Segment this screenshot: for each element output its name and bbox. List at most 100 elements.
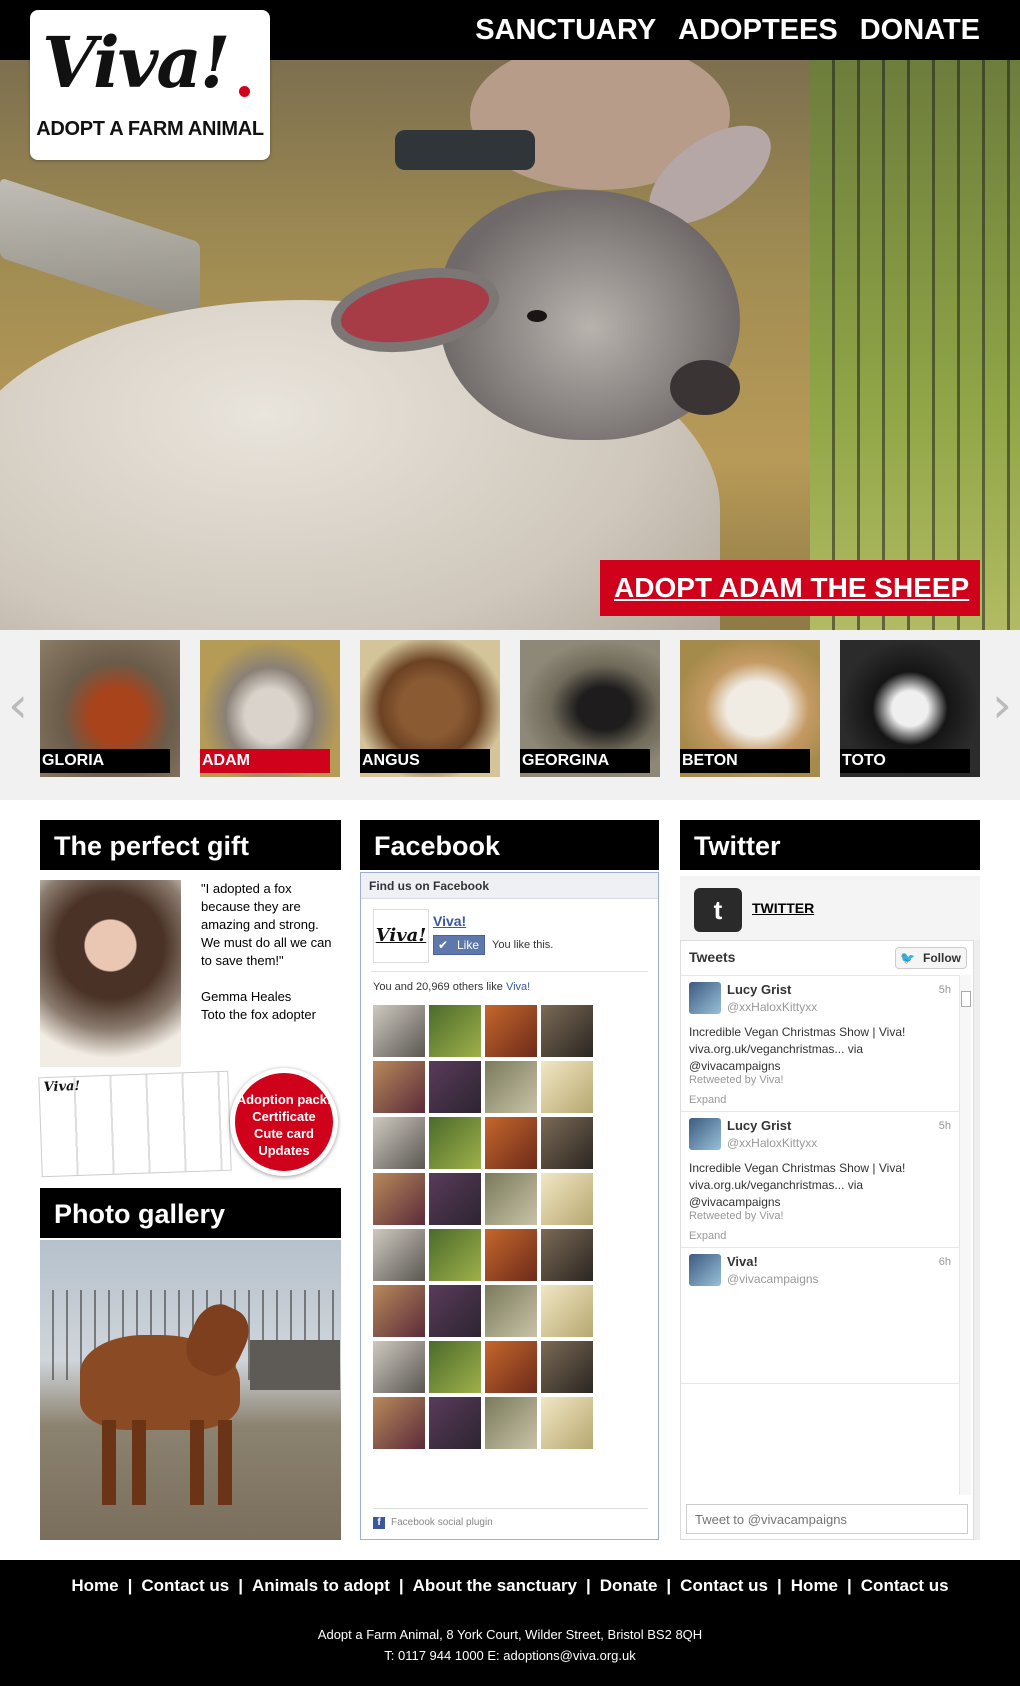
footer-link[interactable]: Donate: [600, 1576, 658, 1595]
footer-link[interactable]: Contact us: [141, 1576, 229, 1595]
fan-avatar[interactable]: [373, 1285, 425, 1337]
twitter-account-link[interactable]: TWITTER: [752, 900, 814, 916]
facebook-like-button[interactable]: Like: [433, 935, 485, 955]
pack-line: Updates: [258, 1143, 310, 1158]
fan-avatar[interactable]: [373, 1341, 425, 1393]
fan-avatar[interactable]: [429, 1061, 481, 1113]
fan-avatar[interactable]: [485, 1117, 537, 1169]
fan-avatar[interactable]: [373, 1397, 425, 1449]
fan-avatar[interactable]: [429, 1173, 481, 1225]
tweet-author[interactable]: Lucy Grist: [727, 982, 791, 997]
fan-avatar[interactable]: [541, 1229, 593, 1281]
fan-avatar[interactable]: [429, 1341, 481, 1393]
chevron-left-icon[interactable]: ‹: [3, 680, 33, 730]
footer-address: Adopt a Farm Animal, 8 York Court, Wilde…: [317, 1627, 703, 1642]
tweet-text-line: viva.org.uk/veganchristmas... via: [689, 1042, 864, 1056]
carousel-label: GLORIA: [40, 749, 170, 773]
fan-avatar[interactable]: [541, 1173, 593, 1225]
animal-carousel: ‹ › GLORIA ADAM ANGUS GEORGINA BETON TOT…: [0, 630, 1020, 800]
fan-avatar[interactable]: [541, 1061, 593, 1113]
fan-avatar[interactable]: [485, 1397, 537, 1449]
carousel-item-gloria[interactable]: GLORIA: [40, 640, 180, 777]
fan-avatar[interactable]: [429, 1229, 481, 1281]
tweet-time[interactable]: 5h: [939, 984, 951, 996]
tweet-expand-link[interactable]: Expand: [689, 1230, 726, 1242]
carousel-item-georgina[interactable]: GEORGINA: [520, 640, 660, 777]
footer-link[interactable]: About the sanctuary: [413, 1576, 577, 1595]
fan-avatar[interactable]: [485, 1061, 537, 1113]
footer-link[interactable]: Contact us: [861, 1576, 949, 1595]
twitter-tweets-label: Tweets: [689, 949, 736, 965]
footer-separator: |: [777, 1576, 782, 1595]
hero-adopt-button[interactable]: ADOPT ADAM THE SHEEP: [600, 560, 980, 616]
fan-avatar[interactable]: [485, 1285, 537, 1337]
fan-avatar[interactable]: [541, 1341, 593, 1393]
nav-adoptees[interactable]: ADOPTEES: [678, 14, 838, 47]
gallery-horse-photo[interactable]: [40, 1240, 341, 1540]
footer-link[interactable]: Contact us: [680, 1576, 768, 1595]
adoption-pack-badge: Adoption pack: Certificate Cute card Upd…: [230, 1068, 338, 1176]
hero-trough: [0, 177, 200, 323]
nav-donate[interactable]: DONATE: [860, 14, 980, 47]
tweet-text: Incredible Vegan Christmas Show | Viva! v…: [689, 1160, 951, 1211]
fan-avatar[interactable]: [429, 1117, 481, 1169]
facebook-page-avatar[interactable]: Viva!: [373, 909, 429, 963]
carousel-item-beton[interactable]: BETON: [680, 640, 820, 777]
fan-avatar[interactable]: [485, 1341, 537, 1393]
tweet-text-line: @vivacampaigns: [689, 1059, 781, 1073]
testimonial-quote: "I adopted a fox because they are amazin…: [201, 881, 332, 968]
tweet-list[interactable]: Lucy Grist @xxHaloxKittyxx 5h Incredible Ve…: [681, 975, 961, 1495]
footer-link[interactable]: Animals to adopt: [252, 1576, 390, 1595]
fan-avatar[interactable]: [373, 1117, 425, 1169]
site-logo[interactable]: Viva! ADOPT A FARM ANIMAL: [30, 10, 270, 160]
tweet-item[interactable]: Lucy Grist @xxHaloxKittyxx 5h Incredible Ve…: [681, 976, 961, 1112]
tweet-author[interactable]: Lucy Grist: [727, 1118, 791, 1133]
fan-avatar[interactable]: [541, 1397, 593, 1449]
footer-link[interactable]: Home: [71, 1576, 118, 1595]
fan-avatar[interactable]: [373, 1173, 425, 1225]
adoption-pack-promo[interactable]: Viva! Adoption pack: Certificate Cute ca…: [38, 1068, 340, 1178]
pack-doc-logo: Viva!: [43, 1078, 81, 1096]
avatar[interactable]: [689, 1118, 721, 1150]
fan-avatar[interactable]: [485, 1229, 537, 1281]
avatar[interactable]: [689, 982, 721, 1014]
gift-heading: The perfect gift: [40, 820, 341, 870]
fan-avatar[interactable]: [429, 1005, 481, 1057]
carousel-item-toto[interactable]: TOTO: [840, 640, 980, 777]
facebook-page-name[interactable]: Viva!: [433, 913, 466, 929]
chevron-right-icon[interactable]: ›: [987, 680, 1017, 730]
nav-sanctuary[interactable]: SANCTUARY: [475, 14, 656, 47]
fan-avatar[interactable]: [541, 1005, 593, 1057]
fan-avatar[interactable]: [541, 1285, 593, 1337]
testimonial-role: Toto the fox adopter: [201, 1007, 316, 1022]
twitter-column: Twitter: [680, 820, 980, 870]
carousel-item-adam[interactable]: ADAM: [200, 640, 340, 777]
facebook-count-link[interactable]: Viva!: [506, 981, 530, 993]
tweet-handle[interactable]: @vivacampaigns: [727, 1272, 819, 1286]
tweet-text-line: viva.org.uk/veganchristmas... via: [689, 1178, 864, 1192]
carousel-item-angus[interactable]: ANGUS: [360, 640, 500, 777]
fan-avatar[interactable]: [429, 1397, 481, 1449]
tweet-scrollbar[interactable]: [959, 975, 971, 1495]
fan-avatar[interactable]: [373, 1005, 425, 1057]
fan-avatar[interactable]: [373, 1229, 425, 1281]
fan-avatar[interactable]: [429, 1285, 481, 1337]
tweet-input[interactable]: [686, 1504, 968, 1534]
tweet-handle[interactable]: @xxHaloxKittyxx: [727, 1136, 817, 1150]
scrollbar-thumb[interactable]: [961, 991, 971, 1007]
tweet-item[interactable]: Lucy Grist @xxHaloxKittyxx 5h Incredible Ve…: [681, 1112, 961, 1248]
hero-sheep-eye: [527, 310, 547, 322]
tweet-item[interactable]: Viva! @vivacampaigns 6h: [681, 1248, 961, 1384]
tweet-author[interactable]: Viva!: [727, 1254, 758, 1269]
fan-avatar[interactable]: [485, 1005, 537, 1057]
footer-link[interactable]: Home: [791, 1576, 838, 1595]
avatar[interactable]: [689, 1254, 721, 1286]
tweet-expand-link[interactable]: Expand: [689, 1094, 726, 1106]
fan-avatar[interactable]: [485, 1173, 537, 1225]
tweet-time[interactable]: 6h: [939, 1256, 951, 1268]
fan-avatar[interactable]: [373, 1061, 425, 1113]
fan-avatar[interactable]: [541, 1117, 593, 1169]
tweet-time[interactable]: 5h: [939, 1120, 951, 1132]
twitter-follow-button[interactable]: Follow: [895, 947, 967, 969]
tweet-handle[interactable]: @xxHaloxKittyxx: [727, 1000, 817, 1014]
